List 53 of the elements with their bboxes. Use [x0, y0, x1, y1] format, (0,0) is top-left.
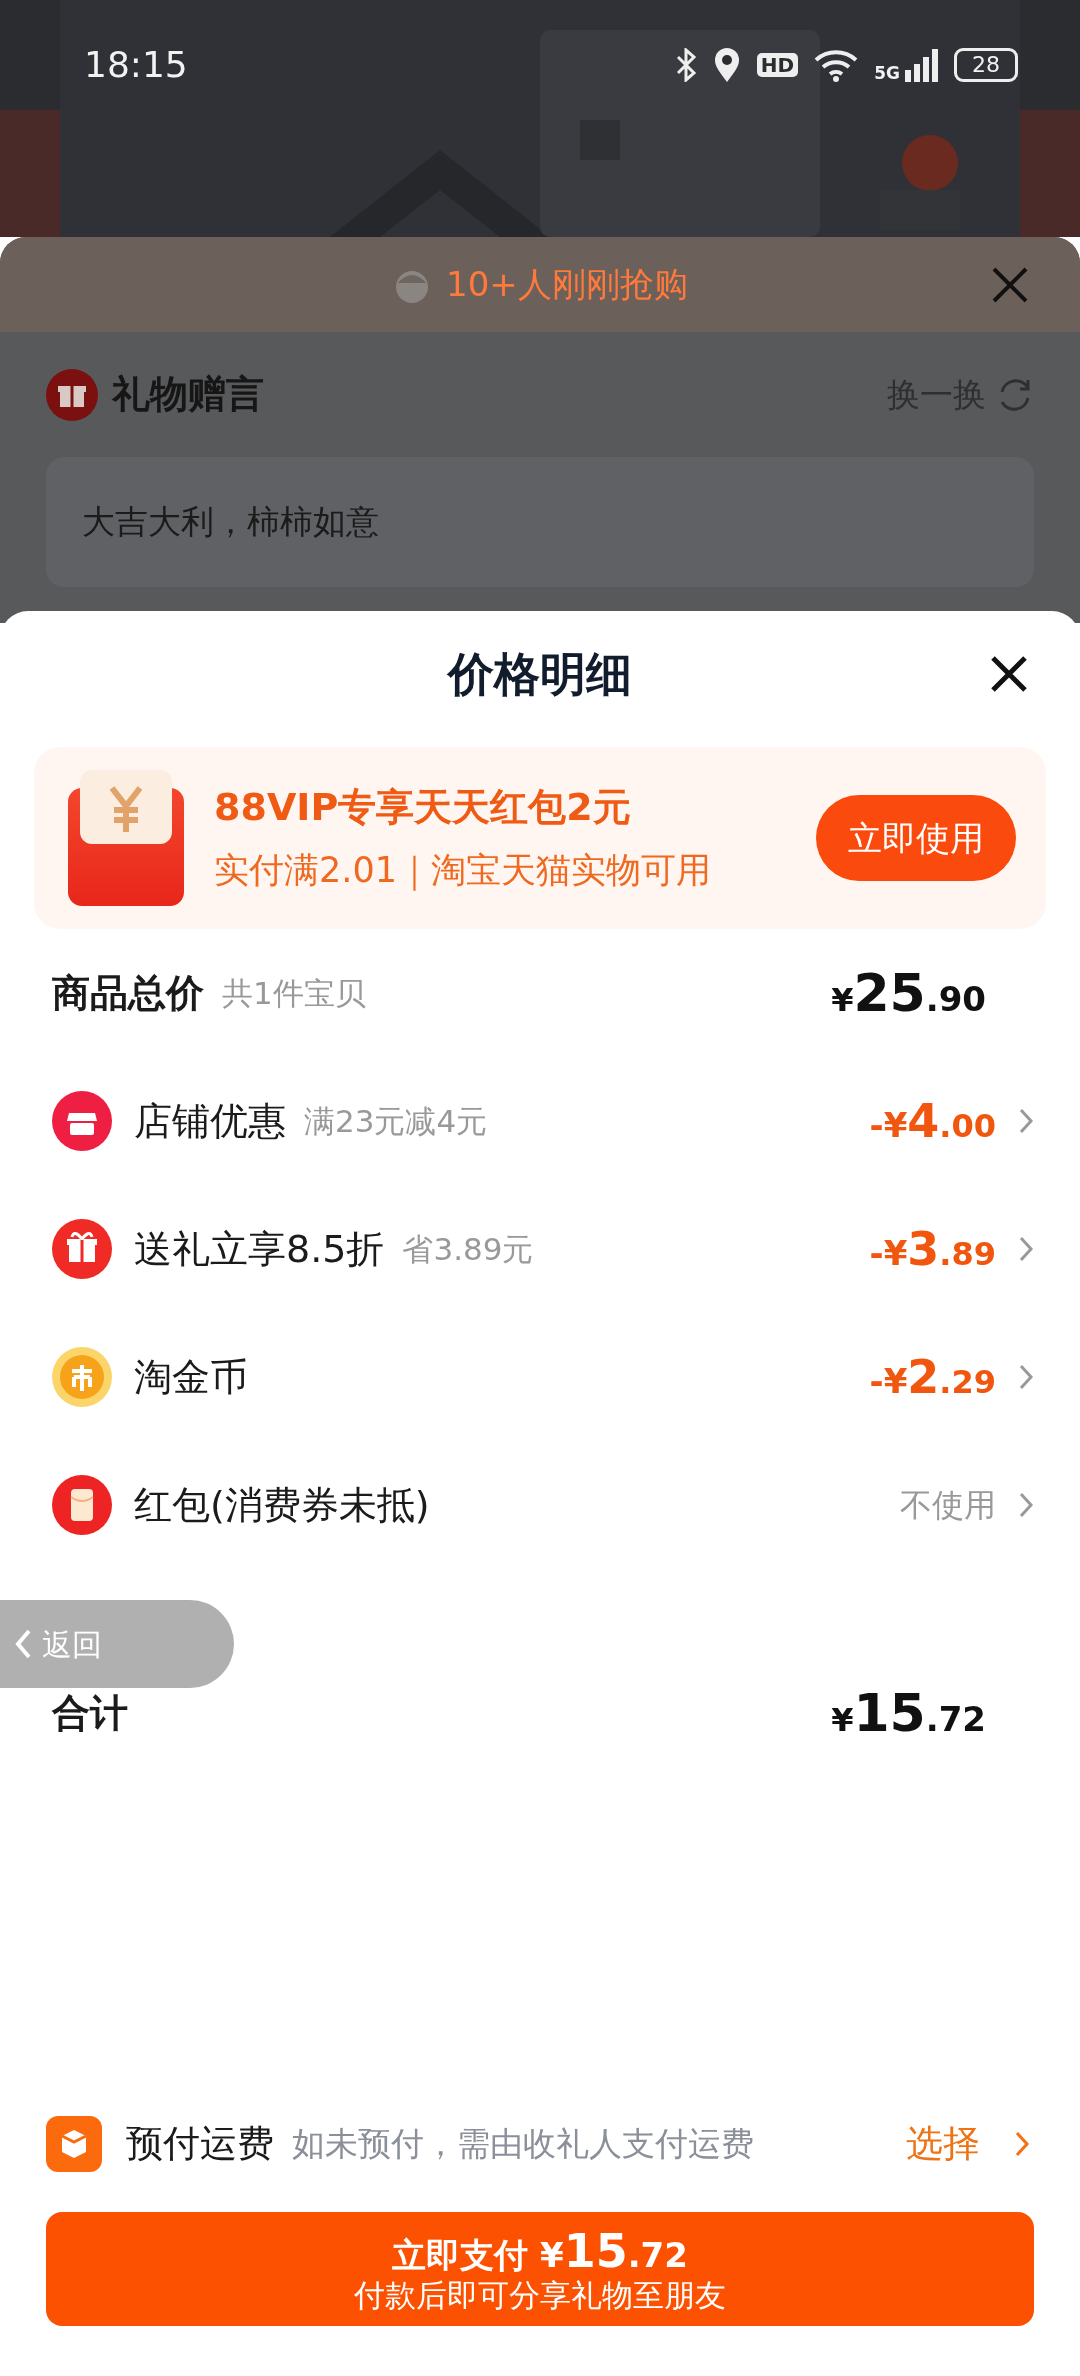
chevron-right-icon — [1018, 1107, 1034, 1135]
row-label: 店铺优惠 — [134, 1097, 286, 1145]
discount-amount: -¥2.29 — [869, 1348, 996, 1406]
coupon-title: 88VIP专享天天红包2元 — [214, 784, 632, 832]
chevron-right-icon — [1018, 1235, 1034, 1263]
notice-text: 10+人刚刚抢购 — [446, 263, 688, 306]
row-note: 共1件宝贝 — [222, 973, 366, 1013]
hd-indicator: HD — [756, 53, 799, 77]
chevron-left-icon — [14, 1628, 32, 1660]
discount-amount: -¥4.00 — [869, 1092, 996, 1150]
row-note: 满23元减4元 — [304, 1101, 488, 1141]
message-field[interactable]: 大吉大利，柿柿如意 — [46, 457, 1034, 587]
close-icon[interactable] — [990, 655, 1028, 693]
row-label: 淘金币 — [134, 1353, 248, 1401]
row-note: 省3.89元 — [402, 1229, 534, 1269]
envelope-icon — [68, 770, 184, 906]
price-amount: ¥25.90 — [831, 962, 986, 1025]
wifi-icon — [814, 48, 859, 82]
select-link[interactable]: 选择 — [906, 2116, 1030, 2172]
status-time: 18:15 — [84, 43, 188, 87]
discount-row[interactable]: 送礼立享8.5折 省3.89元 -¥3.89 — [0, 1185, 1080, 1313]
battery-indicator: 28 — [954, 48, 1018, 82]
discount-row[interactable]: 店铺优惠 满23元减4元 -¥4.00 — [0, 1057, 1080, 1185]
discount-row[interactable]: 红包(消费券未抵) 不使用 — [0, 1441, 1080, 1569]
shipping-label: 预付运费 — [126, 2121, 274, 2168]
discount-row[interactable]: 淘金币 -¥2.29 — [0, 1313, 1080, 1441]
row-status: 不使用 — [900, 1485, 996, 1526]
bluetooth-icon — [674, 48, 697, 82]
shop-icon — [52, 1091, 112, 1151]
back-button[interactable]: 返回 — [0, 1600, 234, 1688]
network-label: 5G — [874, 65, 900, 82]
gift-icon — [46, 368, 98, 421]
row-label: 商品总价 — [52, 969, 204, 1017]
envelope-icon — [52, 1475, 112, 1535]
discount-amount: -¥3.89 — [869, 1220, 996, 1278]
use-now-button[interactable]: 立即使用 — [816, 795, 1016, 881]
coupon-subtitle: 实付满2.01｜淘宝天猫实物可用 — [214, 849, 711, 893]
signal-icon — [904, 48, 938, 82]
pay-button[interactable]: 立即支付 ¥15.72 付款后即可分享礼物至朋友 — [46, 2212, 1034, 2326]
box-icon — [46, 2116, 102, 2172]
chevron-right-icon — [1018, 1363, 1034, 1391]
coin-icon — [52, 1347, 112, 1407]
gift-icon — [52, 1219, 112, 1279]
shipping-note: 如未预付，需由收礼人支付运费 — [292, 2123, 754, 2166]
chevron-right-icon — [1014, 2130, 1030, 2158]
row-label: 送礼立享8.5折 — [134, 1225, 385, 1273]
section-title: 礼物赠言 — [112, 371, 264, 418]
row-label: 红包(消费券未抵) — [134, 1481, 430, 1529]
location-icon — [712, 47, 741, 83]
row-label: 合计 — [52, 1689, 128, 1737]
sheet-title: 价格明细 — [448, 645, 632, 703]
price-amount: ¥15.72 — [831, 1682, 986, 1745]
chevron-right-icon — [1018, 1491, 1034, 1519]
